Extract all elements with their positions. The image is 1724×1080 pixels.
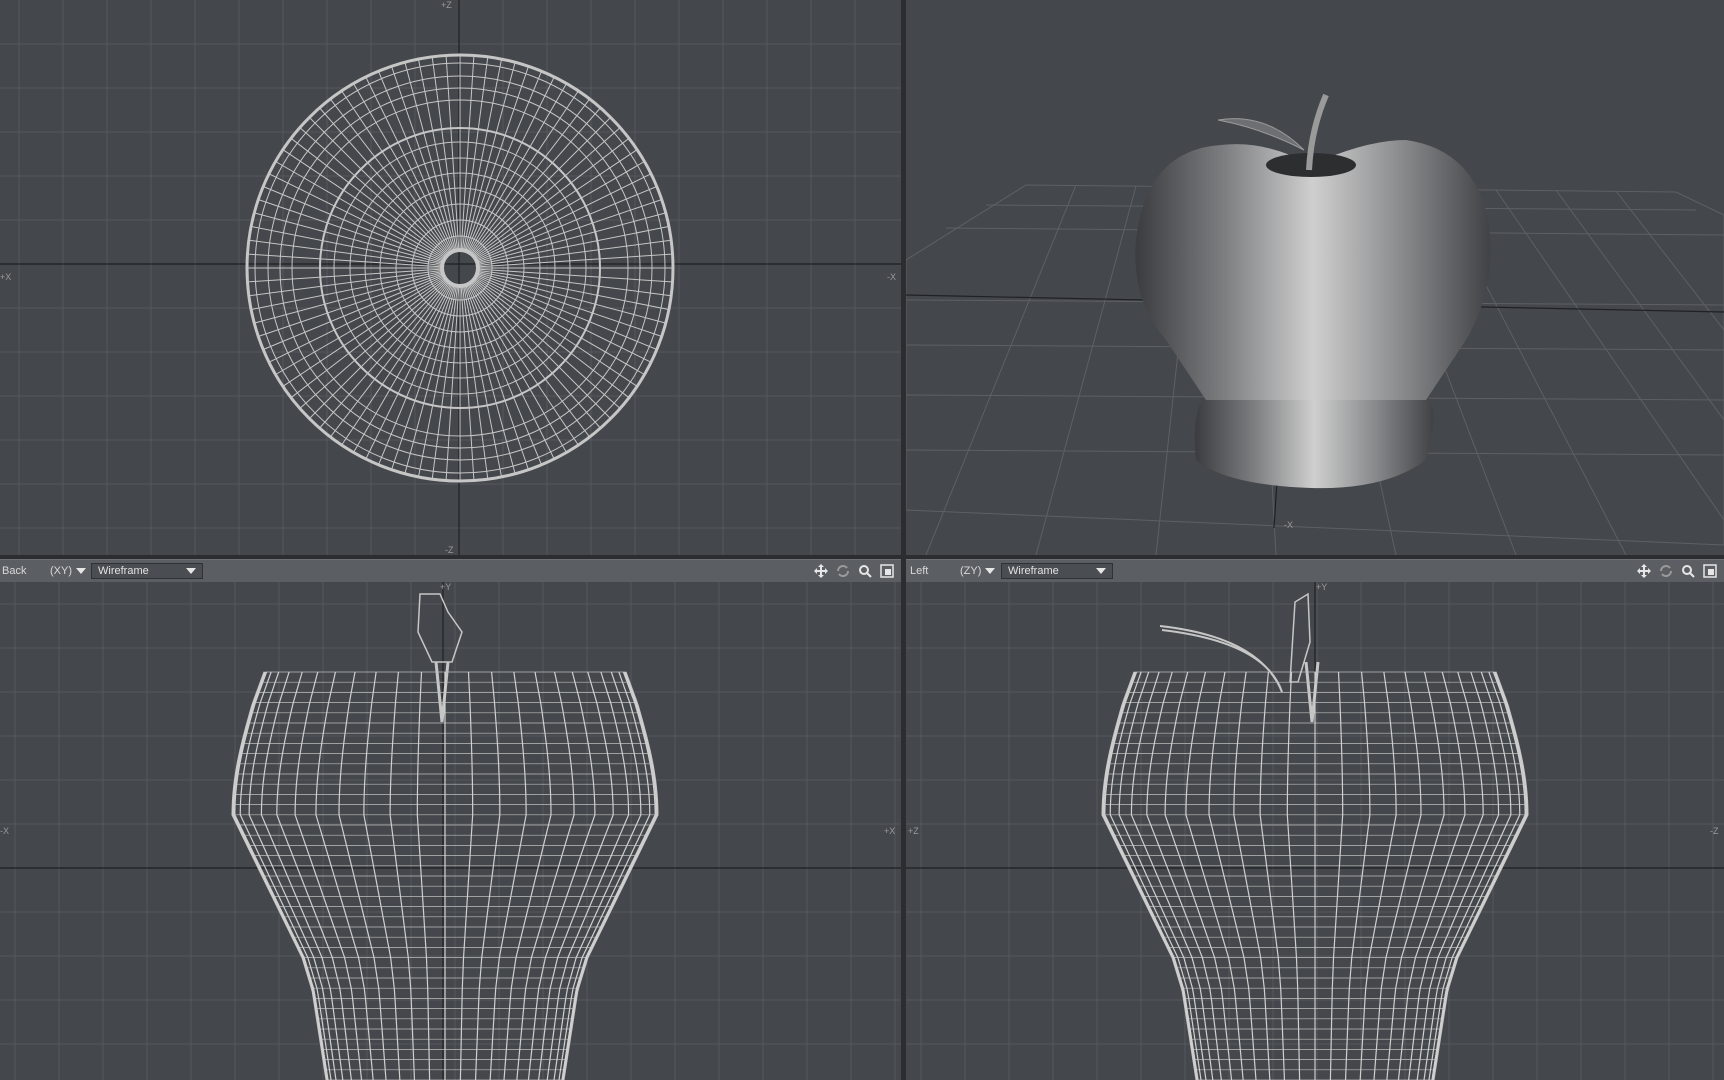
axis-value: (ZY)	[960, 565, 982, 577]
left-view-canvas	[906, 582, 1724, 1080]
maximize-icon[interactable]	[1702, 563, 1718, 579]
viewport-back-tools	[813, 563, 895, 579]
top-axes	[0, 0, 901, 555]
back-axes	[0, 582, 901, 1080]
top-grid	[0, 0, 901, 555]
axis-label-top: +Z	[441, 0, 452, 10]
axis-label-left: -X	[0, 826, 9, 836]
axis-label-perspective: -X	[1284, 520, 1293, 530]
viewport-perspective[interactable]: -X	[906, 0, 1724, 555]
viewport-left-axis-dropdown[interactable]: (ZY)	[960, 565, 998, 577]
move-icon[interactable]	[1636, 563, 1652, 579]
viewport-left-label: Left	[910, 565, 929, 577]
apple-shaded-model	[1135, 93, 1491, 489]
viewport-back-label: Back	[2, 565, 27, 577]
viewport-left[interactable]: +Y +Z -Z	[906, 582, 1724, 1080]
chevron-down-icon	[985, 568, 996, 574]
chevron-down-icon	[1096, 568, 1106, 574]
viewport-top[interactable]: +Z -Z +X -X	[0, 0, 901, 555]
viewport-back[interactable]: +Y -X +X	[0, 582, 901, 1080]
top-view-canvas	[0, 0, 901, 555]
axis-label-top: +Y	[440, 582, 452, 592]
viewport-back-mode-dropdown[interactable]: Wireframe	[91, 563, 203, 579]
maximize-icon[interactable]	[879, 563, 895, 579]
chevron-down-icon	[186, 568, 196, 574]
viewport-back-header: Back (XY) Wireframe	[0, 559, 901, 583]
axis-label-right: -Z	[1710, 826, 1719, 836]
back-grid	[0, 582, 901, 1080]
axis-label-right: -X	[887, 272, 896, 282]
axis-label-left: +X	[0, 272, 12, 282]
viewport-left-tools	[1636, 563, 1718, 579]
zoom-icon[interactable]	[1680, 563, 1696, 579]
mode-value: Wireframe	[98, 565, 149, 577]
axis-value: (XY)	[50, 565, 72, 577]
axis-label-top: +Y	[1316, 582, 1328, 592]
viewport-back-axis-dropdown[interactable]: (XY)	[50, 565, 88, 577]
perspective-view-canvas	[906, 93, 1724, 555]
viewport-left-header: Left (ZY) Wireframe	[906, 559, 1724, 583]
move-icon[interactable]	[813, 563, 829, 579]
apple-top-wireframe	[245, 53, 675, 483]
axis-label-bottom: -Z	[445, 545, 454, 555]
apple-back-wireframe	[231, 593, 659, 1080]
back-view-canvas	[0, 582, 901, 1080]
zoom-icon[interactable]	[857, 563, 873, 579]
axis-label-left: +Z	[908, 826, 919, 836]
rotate-icon[interactable]	[1658, 563, 1674, 579]
viewport-left-mode-dropdown[interactable]: Wireframe	[1001, 563, 1113, 579]
chevron-down-icon	[76, 568, 86, 574]
mode-value: Wireframe	[1008, 565, 1059, 577]
rotate-icon[interactable]	[835, 563, 851, 579]
axis-label-right: +X	[884, 826, 896, 836]
